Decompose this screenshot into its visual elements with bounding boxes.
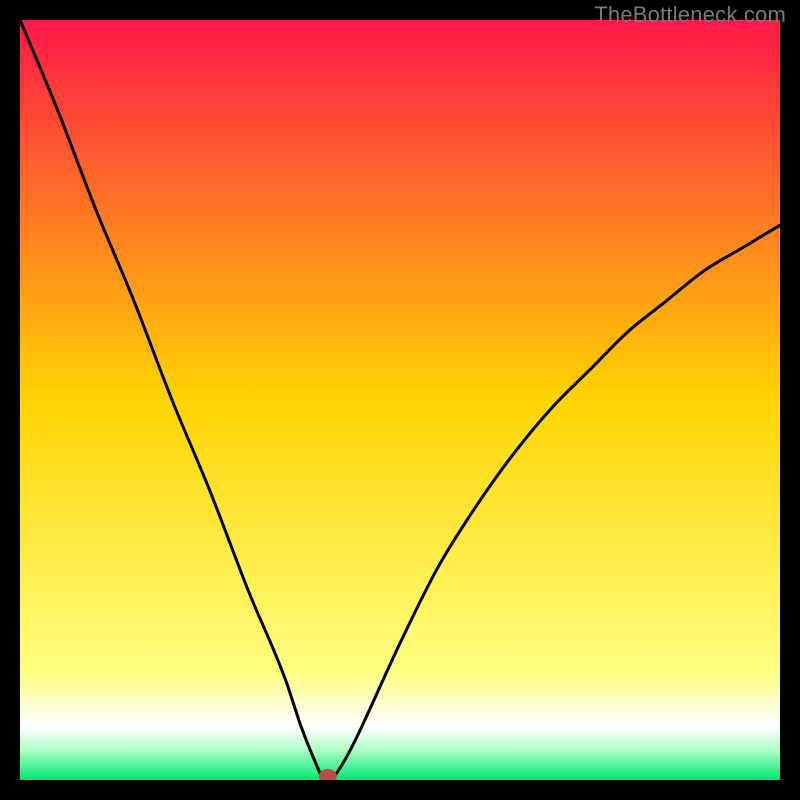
bottleneck-chart [20, 20, 780, 780]
watermark-text: TheBottleneck.com [594, 2, 786, 28]
gradient-background [20, 20, 780, 780]
chart-frame: TheBottleneck.com [0, 0, 800, 800]
plot-area [20, 20, 780, 780]
